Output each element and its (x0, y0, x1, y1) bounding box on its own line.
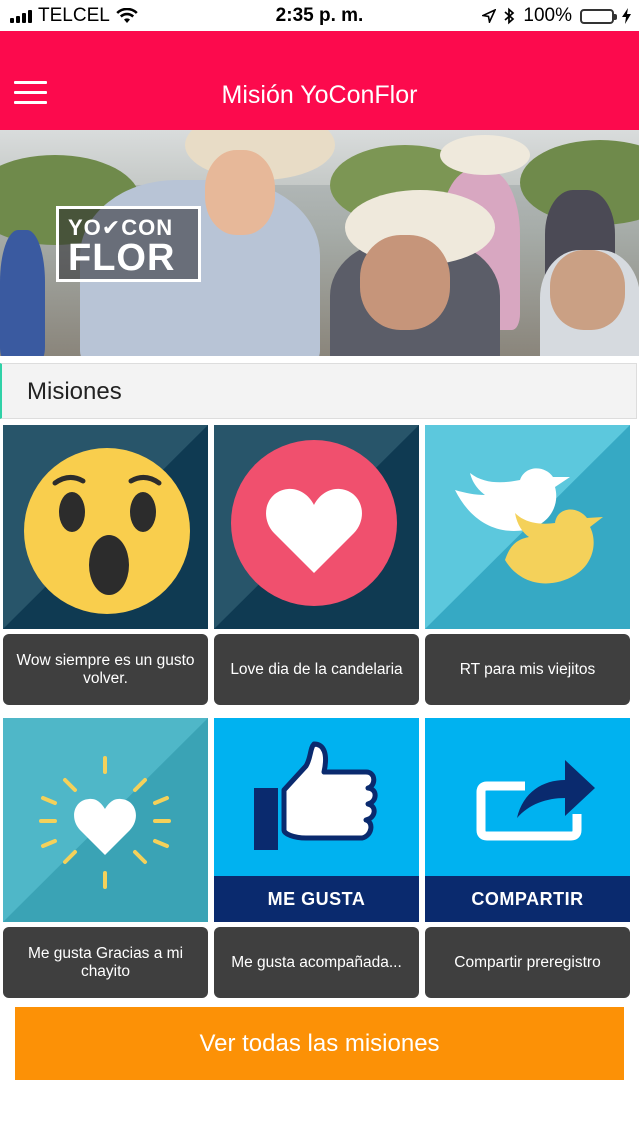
thumbs-up-icon: ME GUSTA (214, 718, 419, 922)
mission-label: Me gusta Gracias a mi chayito (3, 927, 208, 998)
mission-label: Wow siempre es un gusto volver. (3, 634, 208, 705)
yoconflor-logo: YO✔CON FLOR (56, 206, 201, 282)
retweet-birds-icon (425, 425, 630, 629)
bluetooth-icon (504, 7, 515, 25)
nav-bar: Misión YoConFlor (0, 31, 639, 130)
hero-banner-photo: YO✔CON FLOR (0, 130, 639, 356)
wow-face-icon (3, 425, 208, 629)
mission-band-label: COMPARTIR (425, 876, 630, 922)
charging-bolt-icon (622, 8, 631, 24)
mission-label: RT para mis viejitos (425, 634, 630, 705)
glowing-heart-icon (3, 718, 208, 922)
battery-percent: 100% (523, 5, 572, 26)
missions-section-header: Misiones (0, 363, 637, 419)
mission-band-label: ME GUSTA (214, 876, 419, 922)
section-title: Misiones (27, 378, 122, 405)
mission-label: Me gusta acompañada... (214, 927, 419, 998)
page-title: Misión YoConFlor (221, 81, 418, 109)
location-arrow-icon (482, 9, 497, 23)
mission-label: Compartir preregistro (425, 927, 630, 998)
status-right: 100% (482, 5, 631, 27)
mission-label: Love dia de la candelaria (214, 634, 419, 705)
battery-icon (580, 8, 617, 24)
share-icon: COMPARTIR (425, 718, 630, 922)
status-bar: TELCEL 2:35 p. m. 100% (0, 0, 639, 31)
view-all-missions-button[interactable]: Ver todas las misiones (15, 1007, 624, 1080)
heart-icon (214, 425, 419, 629)
